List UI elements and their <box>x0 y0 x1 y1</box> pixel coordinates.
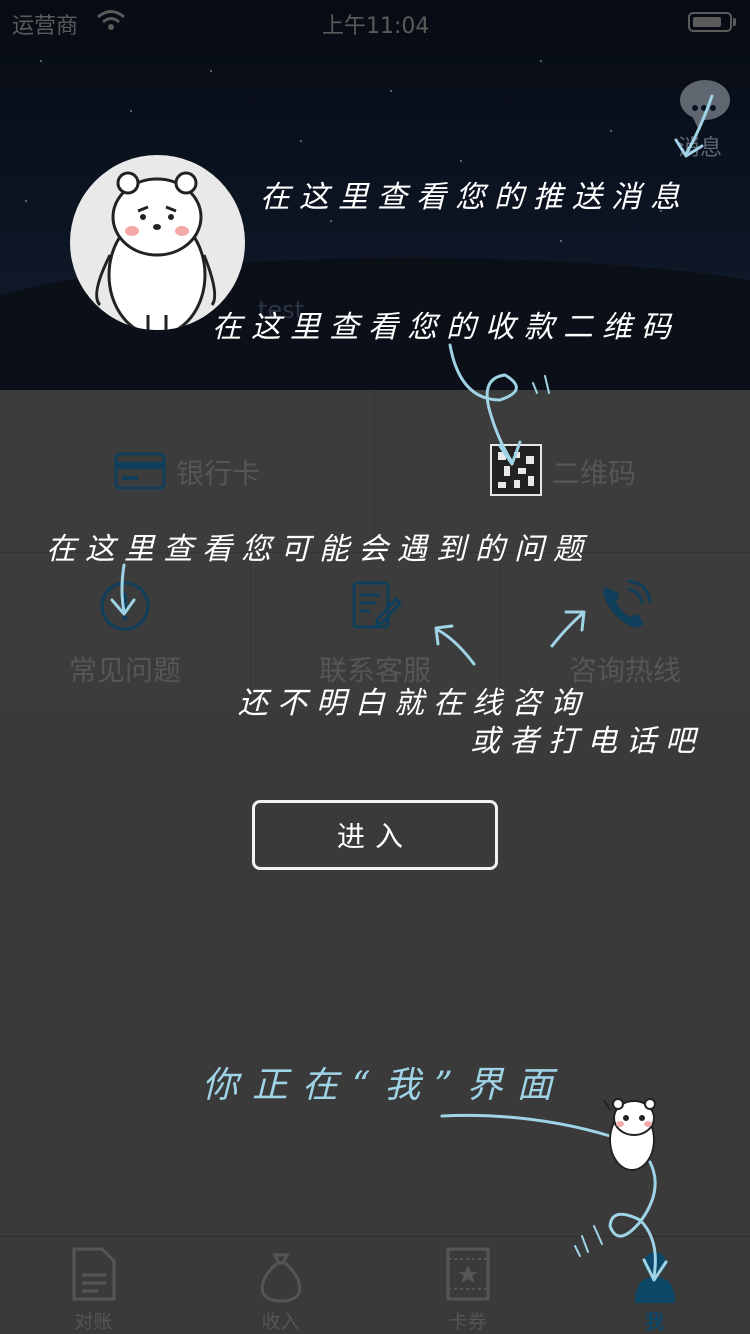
phone-icon <box>603 579 652 628</box>
wifi-icon <box>97 10 125 30</box>
quick-links: 银行卡 二维码 <box>0 390 750 552</box>
coupon-icon <box>446 1247 490 1301</box>
contact-service-label: 联系客服 <box>318 654 431 687</box>
guide-tip-current-page: 你正在“我”界面 <box>202 1065 567 1106</box>
tab-me[interactable]: 我 <box>561 1237 748 1334</box>
bank-card-icon <box>114 452 166 490</box>
question-icon <box>100 581 150 631</box>
status-bar: 运营商 上午11:04 <box>0 0 750 42</box>
tab-reconcile[interactable]: 对账 <box>0 1237 187 1334</box>
battery-icon <box>688 12 736 32</box>
faq-label: 常见问题 <box>68 654 181 687</box>
messages-button[interactable]: 消息 <box>678 78 734 161</box>
clock: 上午11:04 <box>322 14 430 39</box>
bank-card-label: 银行卡 <box>176 457 261 490</box>
edit-note-icon <box>352 581 402 629</box>
hotline-button[interactable]: 咨询热线 <box>500 553 750 711</box>
tab-bar: 对账 收入 卡券 我 <box>0 1236 750 1334</box>
contact-service-button[interactable]: 联系客服 <box>250 553 500 711</box>
bank-card-button[interactable]: 银行卡 <box>114 442 284 502</box>
guide-tip-contact-line2: 或者打电话吧 <box>470 724 704 759</box>
avatar[interactable] <box>70 155 245 330</box>
profile-header: 运营商 上午11:04 消息 test <box>0 0 750 390</box>
services-grid: 常见问题 联系客服 咨询热线 <box>0 552 750 711</box>
tab-label: 我 <box>644 1311 664 1333</box>
user-icon <box>635 1252 675 1303</box>
tab-income[interactable]: 收入 <box>187 1237 374 1334</box>
hotline-label: 咨询热线 <box>568 654 681 687</box>
tab-coupons[interactable]: 卡券 <box>374 1237 561 1334</box>
messages-label: 消息 <box>678 136 723 161</box>
username: test <box>258 296 305 324</box>
qr-code-button[interactable]: 二维码 <box>490 442 660 502</box>
document-icon <box>72 1247 116 1301</box>
faq-button[interactable]: 常见问题 <box>0 553 250 711</box>
enter-button[interactable]: 进入 <box>252 800 498 870</box>
tab-label: 卡券 <box>448 1311 487 1333</box>
chat-bubble-icon <box>680 80 730 128</box>
carrier-label: 运营商 <box>12 14 79 39</box>
money-bag-icon <box>260 1253 302 1303</box>
bear-mascot-icon <box>603 1098 656 1171</box>
tab-label: 收入 <box>261 1311 300 1333</box>
qr-code-icon <box>490 444 542 496</box>
tab-label: 对账 <box>74 1311 113 1333</box>
qr-code-label: 二维码 <box>552 457 637 490</box>
bear-avatar-icon <box>95 171 217 330</box>
